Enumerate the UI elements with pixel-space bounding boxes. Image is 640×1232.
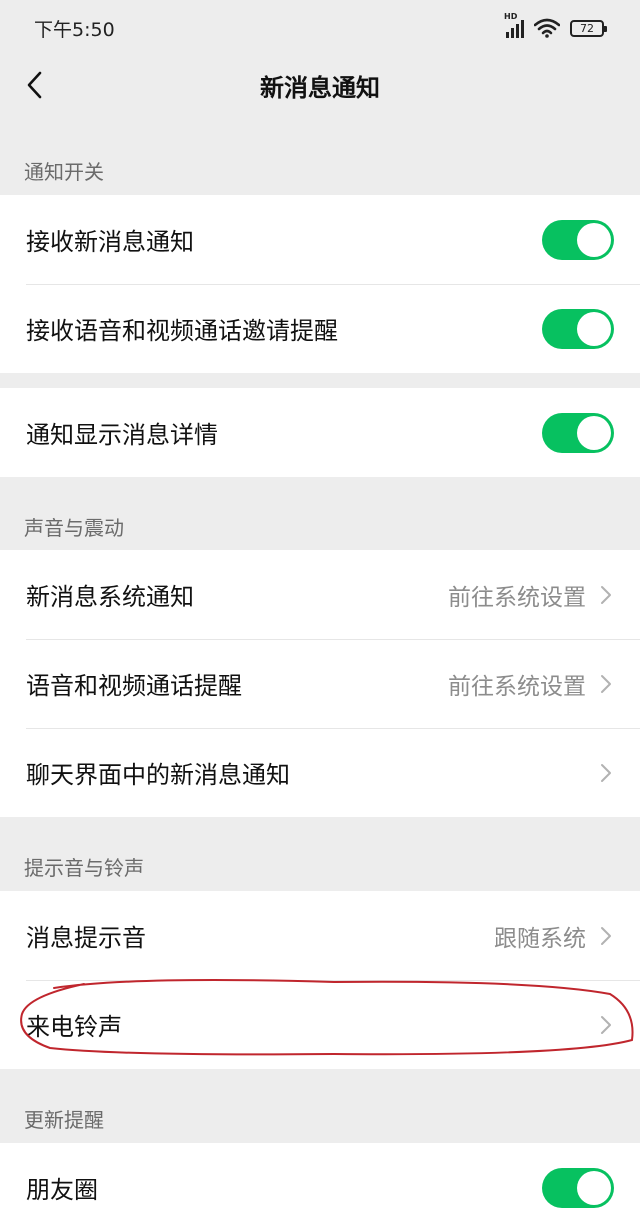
row-moments: 朋友圈 — [0, 1143, 640, 1232]
chevron-right-icon — [598, 583, 614, 607]
moments-toggle[interactable] — [542, 1167, 614, 1208]
row-receive-call-invite: 接收语音和视频通话邀请提醒 — [0, 284, 640, 373]
row-call-reminder[interactable]: 语音和视频通话提醒 前往系统设置 — [0, 639, 640, 728]
row-label: 来电铃声 — [26, 1013, 122, 1041]
chevron-right-icon — [598, 672, 614, 696]
section-title-update-reminder: 更新提醒 — [24, 1108, 104, 1132]
section-title-notify-switch: 通知开关 — [24, 160, 104, 184]
receive-new-message-toggle[interactable] — [542, 219, 614, 260]
row-show-message-detail: 通知显示消息详情 — [0, 388, 640, 477]
row-ringtone[interactable]: 来电铃声 — [0, 980, 640, 1069]
row-message-tone[interactable]: 消息提示音 跟随系统 — [0, 891, 640, 980]
row-label: 消息提示音 — [26, 924, 146, 952]
row-label: 接收语音和视频通话邀请提醒 — [26, 317, 338, 345]
status-time: 下午5:50 — [34, 18, 115, 41]
row-chat-notification[interactable]: 聊天界面中的新消息通知 — [0, 728, 640, 817]
section-title-sound-vibration: 声音与震动 — [24, 516, 124, 540]
chevron-right-icon — [598, 1013, 614, 1037]
row-value: 前往系统设置 — [448, 673, 586, 700]
chevron-right-icon — [598, 924, 614, 948]
network-type-label: HD — [504, 12, 518, 21]
row-label: 聊天界面中的新消息通知 — [26, 761, 290, 789]
group-update-reminder: 朋友圈 — [0, 1143, 640, 1232]
back-button[interactable] — [18, 66, 52, 104]
row-value: 跟随系统 — [494, 925, 586, 952]
row-receive-new-message: 接收新消息通知 — [0, 195, 640, 284]
receive-call-invite-toggle[interactable] — [542, 308, 614, 349]
status-icons: HD 72 — [504, 12, 607, 38]
battery-level: 72 — [580, 21, 594, 35]
status-bar: 下午5:50 HD 72 — [0, 0, 640, 56]
page-title: 新消息通知 — [260, 73, 380, 102]
group-notify-switch: 接收新消息通知 接收语音和视频通话邀请提醒 — [0, 195, 640, 373]
wifi-icon — [534, 18, 560, 38]
row-label: 朋友圈 — [26, 1176, 98, 1204]
row-label: 新消息系统通知 — [26, 583, 194, 611]
nav-bar: 新消息通知 — [0, 56, 640, 114]
row-label: 通知显示消息详情 — [26, 421, 218, 449]
group-notify-detail: 通知显示消息详情 — [0, 388, 640, 477]
chevron-right-icon — [598, 761, 614, 785]
row-system-notification[interactable]: 新消息系统通知 前往系统设置 — [0, 550, 640, 639]
row-value: 前往系统设置 — [448, 584, 586, 611]
chevron-left-icon — [27, 71, 42, 99]
group-tones: 消息提示音 跟随系统 来电铃声 — [0, 891, 640, 1069]
show-message-detail-toggle[interactable] — [542, 412, 614, 453]
row-label: 接收新消息通知 — [26, 228, 194, 256]
row-label: 语音和视频通话提醒 — [26, 672, 242, 700]
group-sound-vibration: 新消息系统通知 前往系统设置 语音和视频通话提醒 前往系统设置 聊天界面中的新消… — [0, 550, 640, 817]
section-title-tones: 提示音与铃声 — [24, 856, 144, 880]
battery-icon: 72 — [570, 19, 607, 37]
signal-icon: HD — [504, 12, 524, 38]
